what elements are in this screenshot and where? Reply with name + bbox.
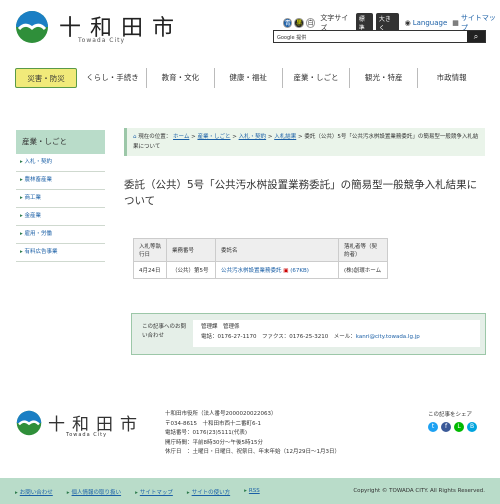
pdf-icon: ▣ bbox=[283, 268, 289, 274]
color-black-button[interactable]: 黒 bbox=[294, 18, 304, 28]
sidebar-item-ads[interactable]: 有料広告事業 bbox=[16, 244, 105, 262]
site-logo[interactable]: 十和田市 Towada City bbox=[15, 10, 174, 44]
footer-link-privacy[interactable]: 個人情報の取り扱い bbox=[67, 488, 122, 496]
inquiry-mail-link[interactable]: kanri@city.towada.lg.jp bbox=[356, 334, 420, 340]
th-winner: 落札者等（契約者） bbox=[338, 238, 388, 262]
line-icon[interactable]: L bbox=[454, 422, 464, 432]
gnav-item-tourism[interactable]: 観光・特産 bbox=[350, 68, 419, 88]
search-input[interactable]: Google 提供 ⌕ bbox=[273, 30, 486, 43]
facebook-icon[interactable]: f bbox=[441, 422, 451, 432]
footer-logo[interactable]: 十和田市 Towada City bbox=[16, 410, 137, 450]
breadcrumb-industry[interactable]: 産業・しごと bbox=[197, 134, 230, 140]
th-name: 委託名 bbox=[215, 238, 339, 262]
breadcrumb-prefix: 現在の位置： bbox=[138, 134, 172, 140]
sidebar-item-finance[interactable]: 金産業 bbox=[16, 208, 105, 226]
table-header-row: 入札等執行日 業務番号 委託名 落札者等（契約者） bbox=[133, 238, 388, 262]
th-number: 業務番号 bbox=[166, 238, 216, 262]
sidebar-item-bidding[interactable]: 入札・契約 bbox=[16, 154, 105, 172]
color-white-button[interactable]: 白 bbox=[305, 18, 316, 28]
sidebar-heading: 産業・しごと bbox=[16, 130, 105, 154]
sidebar-item-agriculture[interactable]: 農林畜産業 bbox=[16, 172, 105, 190]
cell-date: 4月24日 bbox=[133, 261, 167, 279]
breadcrumb-home[interactable]: ホーム bbox=[173, 134, 189, 140]
footer-link-contact[interactable]: お問い合わせ bbox=[15, 488, 53, 496]
footer-subtitle: Towada City bbox=[66, 432, 108, 438]
language-link[interactable]: Language bbox=[413, 19, 448, 27]
gnav-item-industry[interactable]: 産業・しごと bbox=[283, 68, 351, 88]
footer-bar: お問い合わせ 個人情報の取り扱い サイトマップ サイトの使い方 RSS Copy… bbox=[0, 478, 500, 504]
results-table: 入札等執行日 業務番号 委託名 落札者等（契約者） 4月24日 （公共）第5号 … bbox=[133, 238, 388, 279]
inquiry-tel: 電話：0176-27-1170 ファクス：0176-25-3210 メール： bbox=[201, 334, 356, 340]
footer-link-rss[interactable]: RSS bbox=[244, 488, 260, 496]
home-icon: ⌂ bbox=[133, 134, 137, 140]
search-button[interactable]: ⌕ bbox=[467, 31, 485, 42]
footer: 十和田市 Towada City 十和田市役所（法人番号200002002206… bbox=[0, 400, 500, 476]
copyright: Copyright © TOWADA CITY. All Rights Rese… bbox=[353, 488, 485, 494]
page-title: 委託（公共）5号「公共汚水桝設置業務委託」の簡易型一般競争入札結果について bbox=[124, 179, 478, 207]
footer-address-line: 十和田市役所（法人番号2000020022063） bbox=[165, 411, 277, 417]
footer-link-usage[interactable]: サイトの使い方 bbox=[187, 488, 231, 496]
sitemap-icon: ▦ bbox=[452, 19, 459, 27]
color-blue-button[interactable]: 青 bbox=[283, 18, 293, 28]
inquiry-details: 管理課 管理係 電話：0176-27-1170 ファクス：0176-25-321… bbox=[193, 320, 480, 347]
inquiry-label: この記事へのお問い合わせ bbox=[142, 324, 187, 339]
cell-name: 公共汚水桝設置業務委託 ▣ (67KB) bbox=[215, 261, 339, 279]
gnav-item-city-info[interactable]: 市政情報 bbox=[418, 68, 485, 88]
city-emblem-icon bbox=[16, 11, 48, 43]
global-nav: 災害・防災 くらし・手続き 教育・文化 健康・福祉 産業・しごと 観光・特産 市… bbox=[15, 68, 485, 88]
sidebar-item-commerce[interactable]: 商工業 bbox=[16, 190, 105, 208]
gnav-item-education[interactable]: 教育・文化 bbox=[147, 68, 215, 88]
site-header: 十和田市 Towada City 青 黒 白 文字サイズ 標準 大きく ◉ La… bbox=[0, 0, 500, 58]
gnav-item-disaster[interactable]: 災害・防災 bbox=[15, 68, 78, 88]
breadcrumb: ⌂ 現在の位置： ホーム > 産業・しごと > 入札・契約 > 入札結果 > 委… bbox=[124, 128, 485, 156]
footer-address-line: 電話番号：0176(23)5111(代表) bbox=[165, 430, 248, 436]
city-emblem-icon bbox=[16, 410, 42, 436]
site-subtitle: Towada City bbox=[78, 37, 126, 44]
breadcrumb-results[interactable]: 入札結果 bbox=[274, 134, 296, 140]
footer-address: 十和田市役所（法人番号2000020022063） 〒034-8615 十和田市… bbox=[165, 410, 340, 458]
inquiry-dept: 管理課 管理係 bbox=[201, 324, 240, 330]
share-label: この記事をシェア bbox=[428, 412, 473, 418]
search-placeholder: Google 提供 bbox=[277, 35, 307, 41]
search-icon: ⌕ bbox=[473, 32, 479, 41]
breadcrumb-bidding[interactable]: 入札・契約 bbox=[239, 134, 267, 140]
sidebar-item-employment[interactable]: 雇用・労働 bbox=[16, 226, 105, 244]
twitter-icon[interactable]: t bbox=[428, 422, 438, 432]
pdf-size[interactable]: (67KB) bbox=[290, 268, 309, 274]
cell-winner: (株)創環ホーム bbox=[338, 261, 388, 279]
sidebar: 産業・しごと 入札・契約 農林畜産業 商工業 金産業 雇用・労働 有料広告事業 bbox=[16, 130, 105, 262]
table-row: 4月24日 （公共）第5号 公共汚水桝設置業務委託 ▣ (67KB) (株)創環… bbox=[133, 261, 388, 279]
inquiry-box: この記事へのお問い合わせ 管理課 管理係 電話：0176-27-1170 ファク… bbox=[131, 313, 486, 355]
cell-number: （公共）第5号 bbox=[166, 261, 216, 279]
footer-link-sitemap[interactable]: サイトマップ bbox=[135, 488, 173, 496]
hatena-icon[interactable]: B bbox=[467, 422, 477, 432]
pdf-link[interactable]: 公共汚水桝設置業務委託 bbox=[221, 268, 282, 274]
inquiry-contact: 電話：0176-27-1170 ファクス：0176-25-3210 メール：ka… bbox=[201, 332, 472, 342]
share-box: この記事をシェア t f L B bbox=[428, 410, 477, 432]
gnav-item-living[interactable]: くらし・手続き bbox=[79, 68, 147, 88]
footer-address-line: 休庁日 ：土曜日・日曜日、祝祭日、年末年始（12月29日〜1月3日） bbox=[165, 449, 340, 455]
globe-icon: ◉ bbox=[404, 19, 411, 27]
footer-address-line: 〒034-8615 十和田市西十二番町6-1 bbox=[165, 420, 261, 427]
gnav-item-health[interactable]: 健康・福祉 bbox=[215, 68, 283, 88]
footer-address-line: 開庁時間：平前8時30分〜午後5時15分 bbox=[165, 439, 263, 446]
th-date: 入札等執行日 bbox=[133, 238, 167, 262]
